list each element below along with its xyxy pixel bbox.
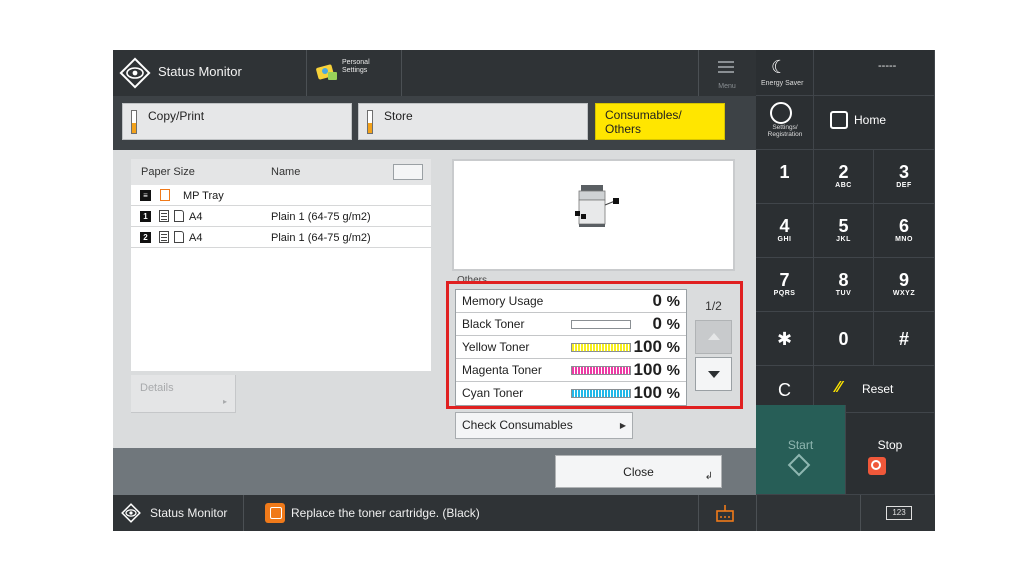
close-button[interactable]: Close ↲	[555, 455, 722, 488]
start-button[interactable]: Start	[756, 405, 846, 495]
menu-button[interactable]: Menu	[698, 50, 756, 96]
paper-size: A4	[189, 211, 203, 223]
column-header-paper-size: Paper Size	[141, 166, 195, 178]
home-button[interactable]: Home	[814, 96, 935, 150]
check-consumables-label: Check Consumables	[462, 418, 573, 432]
reset-label: Reset	[862, 382, 894, 396]
tab-consumables-others[interactable]: Consumables/ Others	[595, 103, 725, 140]
login-status-text: -----	[878, 60, 897, 72]
stop-label: Stop	[877, 438, 903, 452]
page-title: Status Monitor	[158, 64, 242, 79]
settings-registration-button[interactable]: Settings/ Registration	[756, 96, 814, 150]
paper-name: Plain 1 (64-75 g/m2)	[271, 211, 371, 223]
footer-bar: Close ↲	[113, 448, 756, 495]
toner-indicator-icon	[131, 110, 137, 134]
key-4[interactable]: 4 GHI	[756, 204, 814, 258]
stop-icon	[868, 457, 886, 475]
warning-icon	[265, 503, 285, 523]
paper-name: Plain 1 (64-75 g/m2)	[271, 232, 371, 244]
paper-icon	[160, 189, 170, 201]
menu-label: Menu	[718, 83, 736, 90]
divider	[860, 495, 861, 531]
key-0[interactable]: 0	[814, 312, 874, 366]
personal-settings-icon	[316, 64, 337, 80]
status-message[interactable]: Replace the toner cartridge. (Black)	[291, 506, 480, 520]
start-icon	[787, 453, 811, 477]
key-5[interactable]: 5 JKL	[814, 204, 874, 258]
key-hash[interactable]: #	[874, 312, 935, 366]
chevron-right-icon: ▶	[619, 421, 626, 430]
chevron-right-icon: ▸	[222, 397, 227, 406]
gear-icon	[770, 102, 792, 124]
return-icon: ↲	[704, 471, 713, 482]
paper-row-drawer-2[interactable]: 2 A4 Plain 1 (64-75 g/m2)	[131, 227, 431, 248]
home-icon	[830, 111, 848, 129]
key-asterisk[interactable]: ✱	[756, 312, 814, 366]
paper-icon	[174, 210, 184, 222]
status-monitor-icon[interactable]	[121, 503, 141, 523]
status-monitor-icon[interactable]	[119, 57, 151, 89]
reset-icon: ∕∕	[836, 379, 842, 396]
mp-tray-icon: ≡	[140, 190, 151, 201]
tab-row: Copy/Print Store Consumables/ Others	[113, 96, 756, 150]
paper-icon	[174, 231, 184, 243]
energy-saver-label: Energy Saver	[761, 80, 804, 87]
drawer-number-icon: 2	[140, 232, 151, 243]
tab-label: Store	[384, 109, 413, 123]
key-8[interactable]: 8 TUV	[814, 258, 874, 312]
key-9[interactable]: 9 WXYZ	[874, 258, 935, 312]
paper-settings-icon[interactable]	[393, 164, 423, 180]
key-1[interactable]: 1	[756, 150, 814, 204]
home-label: Home	[854, 113, 887, 127]
highlight-frame	[446, 281, 743, 409]
paper-row-drawer-1[interactable]: 1 A4 Plain 1 (64-75 g/m2)	[131, 206, 431, 227]
key-2[interactable]: 2 ABC	[814, 150, 874, 204]
details-button[interactable]: Details ▸	[131, 375, 236, 413]
moon-icon: ☾	[771, 57, 788, 77]
personal-settings-button[interactable]: Personal Settings	[306, 50, 401, 96]
key-3[interactable]: 3 DEF	[874, 150, 935, 204]
tab-store[interactable]: Store	[358, 103, 588, 140]
divider	[756, 495, 757, 531]
paper-stack-icon	[159, 231, 169, 243]
drawer-number-icon: 1	[140, 211, 151, 222]
tab-copy-print[interactable]: Copy/Print	[122, 103, 352, 140]
paper-source: MP Tray	[183, 190, 224, 202]
key-7[interactable]: 7 PQRS	[756, 258, 814, 312]
hamburger-icon	[718, 61, 734, 73]
numeric-keypad-toggle[interactable]: 123	[886, 506, 912, 520]
device-touch-panel: Status Monitor Personal Settings Menu Co…	[113, 50, 935, 531]
status-bar-title[interactable]: Status Monitor	[150, 506, 227, 520]
toner-indicator-icon	[367, 110, 373, 134]
top-bar: Status Monitor Personal Settings Menu	[113, 50, 756, 96]
paper-source-list: Paper Size Name ≡ MP Tray 1 A4 Plain 1 (…	[131, 159, 431, 371]
divider	[698, 495, 699, 531]
settings-label: Settings/ Registration	[767, 124, 803, 138]
tab-label: Consumables/ Others	[605, 108, 682, 136]
printer-icon	[575, 185, 619, 227]
login-status: -----	[814, 50, 935, 96]
main-content: Paper Size Name ≡ MP Tray 1 A4 Plain 1 (…	[113, 150, 756, 448]
details-label: Details	[140, 382, 174, 394]
paper-size: A4	[189, 232, 203, 244]
divider	[243, 495, 244, 531]
tab-label: Copy/Print	[148, 109, 205, 123]
divider	[401, 50, 402, 96]
paper-row-mp-tray[interactable]: ≡ MP Tray	[131, 185, 431, 206]
check-consumables-button[interactable]: Check Consumables ▶	[455, 412, 633, 439]
column-header-name: Name	[271, 166, 301, 178]
paper-list-header: Paper Size Name	[131, 159, 431, 185]
close-label: Close	[623, 465, 654, 479]
stop-button[interactable]: Stop	[846, 405, 935, 495]
paper-stack-icon	[159, 210, 169, 222]
toner-icon[interactable]	[715, 503, 735, 523]
energy-saver-button[interactable]: ☾ Energy Saver	[756, 50, 814, 96]
status-bar: Status Monitor Replace the toner cartrid…	[113, 495, 935, 531]
personal-settings-label: Personal Settings	[342, 59, 370, 74]
device-image-panel	[452, 159, 735, 271]
start-label: Start	[787, 438, 814, 452]
keypad-panel: ☾ Energy Saver ----- Settings/ Registrat…	[756, 50, 935, 495]
key-6[interactable]: 6 MNO	[874, 204, 935, 258]
